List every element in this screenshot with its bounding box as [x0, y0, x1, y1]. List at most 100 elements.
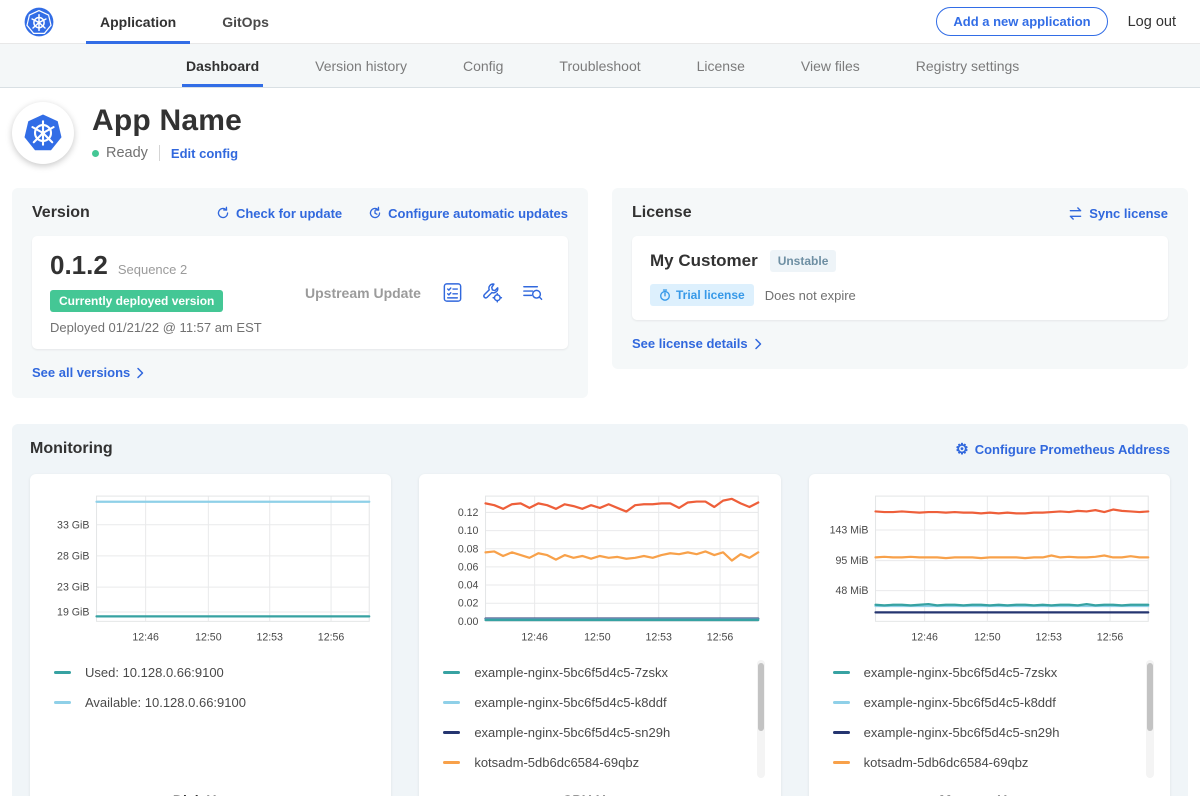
check-for-update-link[interactable]: Check for update	[216, 206, 342, 221]
app-header: App Name Ready Edit config	[0, 88, 1200, 182]
svg-text:12:46: 12:46	[911, 632, 938, 644]
tab-registry-settings[interactable]: Registry settings	[916, 44, 1019, 87]
chart-legend: Used: 10.128.0.66:9100 Available: 10.128.…	[44, 658, 377, 782]
status-badge: Ready	[106, 145, 148, 161]
license-card: License Sync license My Customer Unstabl…	[612, 188, 1188, 369]
svg-text:0.12: 0.12	[458, 507, 479, 519]
series-color-dash	[443, 671, 460, 674]
svg-text:12:50: 12:50	[195, 632, 222, 644]
tab-version-history[interactable]: Version history	[315, 44, 407, 87]
svg-text:33 GiB: 33 GiB	[57, 519, 89, 531]
disk-usage-card: 33 GiB28 GiB23 GiB19 GiB12:4612:5012:531…	[30, 474, 391, 796]
version-card: Version Check for update Configure au	[12, 188, 588, 398]
svg-text:0.00: 0.00	[458, 616, 479, 628]
legend-scrollbar-thumb[interactable]	[758, 663, 764, 731]
legend-label: kotsadm-5db6dc6584-69qbz	[864, 755, 1029, 770]
app-section-tabs: Dashboard Version history Config Troublesho…	[0, 44, 1200, 88]
legend-label: example-nginx-5bc6f5d4c5-k8ddf	[474, 695, 666, 710]
chevron-right-icon	[136, 367, 145, 379]
monitoring-title: Monitoring	[30, 440, 113, 458]
nav-tab-application[interactable]: Application	[86, 0, 190, 43]
legend-label: example-nginx-5bc6f5d4c5-sn29h	[474, 725, 670, 740]
series-color-dash	[54, 671, 71, 674]
series-color-dash	[443, 701, 460, 704]
logout-link[interactable]: Log out	[1128, 14, 1176, 30]
release-notes-icon[interactable]	[441, 281, 464, 304]
nav-tab-gitops[interactable]: GitOps	[208, 0, 283, 43]
license-expiry: Does not expire	[765, 288, 856, 303]
memory-usage-card: 143 MiB95 MiB48 MiB12:4612:5012:5312:56 …	[809, 474, 1170, 796]
svg-text:0.04: 0.04	[458, 580, 479, 592]
series-color-dash	[833, 761, 850, 764]
legend-label: Used: 10.128.0.66:9100	[85, 665, 224, 680]
gear-icon: ⚙	[955, 442, 968, 457]
legend-item: Used: 10.128.0.66:9100	[44, 658, 359, 688]
deployed-timestamp: Deployed 01/21/22 @ 11:57 am EST	[50, 320, 305, 335]
edit-config-link[interactable]: Edit config	[171, 146, 238, 161]
legend-item: example-nginx-5bc6f5d4c5-sn29h	[823, 718, 1138, 748]
tab-dashboard[interactable]: Dashboard	[186, 44, 259, 87]
svg-text:48 MiB: 48 MiB	[835, 585, 868, 597]
chart-plot: 143 MiB95 MiB48 MiB12:4612:5012:5312:56	[823, 486, 1156, 648]
sync-license-link[interactable]: Sync license	[1068, 206, 1168, 221]
svg-text:0.08: 0.08	[458, 543, 479, 555]
svg-text:95 MiB: 95 MiB	[835, 555, 868, 567]
legend-scrollbar-thumb[interactable]	[1147, 663, 1153, 731]
primary-nav-tabs: Application GitOps	[86, 0, 301, 43]
series-color-dash	[833, 731, 850, 734]
top-nav: Application GitOps Add a new application…	[0, 0, 1200, 44]
see-all-versions-link[interactable]: See all versions	[32, 365, 145, 380]
license-details-box: My Customer Unstable Trial license Does …	[632, 236, 1168, 320]
status-dot	[92, 150, 99, 157]
cpu-usage-card: 0.120.100.080.060.040.020.0012:4612:5012…	[419, 474, 780, 796]
svg-text:12:56: 12:56	[318, 632, 345, 644]
legend-label: example-nginx-5bc6f5d4c5-sn29h	[864, 725, 1060, 740]
license-card-title: License	[632, 204, 692, 222]
stopwatch-icon	[659, 289, 671, 301]
svg-text:28 GiB: 28 GiB	[57, 550, 89, 562]
legend-label: Available: 10.128.0.66:9100	[85, 695, 246, 710]
version-card-title: Version	[32, 204, 90, 222]
configure-prometheus-link[interactable]: ⚙ Configure Prometheus Address	[955, 442, 1170, 457]
legend-item: example-nginx-5bc6f5d4c5-k8ddf	[823, 688, 1138, 718]
version-source-label: Upstream Update	[305, 285, 441, 301]
svg-text:19 GiB: 19 GiB	[57, 607, 89, 619]
svg-text:12:53: 12:53	[1035, 632, 1062, 644]
see-license-details-link[interactable]: See license details	[632, 336, 763, 351]
schedule-update-icon	[368, 206, 382, 220]
legend-label: kotsadm-5db6dc6584-69qbz	[474, 755, 639, 770]
chart-legend: example-nginx-5bc6f5d4c5-7zskxexample-ng…	[433, 658, 766, 782]
series-color-dash	[54, 701, 71, 704]
edit-config-icon[interactable]	[481, 281, 504, 304]
legend-scrollbar[interactable]	[1146, 660, 1154, 778]
svg-text:143 MiB: 143 MiB	[829, 525, 868, 537]
chart-legend: example-nginx-5bc6f5d4c5-7zskxexample-ng…	[823, 658, 1156, 782]
monitoring-section: Monitoring ⚙ Configure Prometheus Addres…	[12, 424, 1188, 796]
series-color-dash	[833, 701, 850, 704]
legend-item: kotsadm-5db6dc6584-69qbz	[433, 748, 748, 778]
svg-text:12:53: 12:53	[256, 632, 283, 644]
svg-text:12:50: 12:50	[584, 632, 611, 644]
view-files-icon[interactable]	[521, 281, 544, 304]
svg-text:0.06: 0.06	[458, 561, 479, 573]
legend-item: kotsadm-5db6dc6584-69qbz	[823, 748, 1138, 778]
chart-title: CPU Usage	[433, 782, 766, 796]
app-icon	[12, 102, 74, 164]
svg-text:12:46: 12:46	[132, 632, 159, 644]
add-application-button[interactable]: Add a new application	[936, 7, 1107, 36]
tab-troubleshoot[interactable]: Troubleshoot	[559, 44, 640, 87]
legend-item: Available: 10.128.0.66:9100	[44, 688, 359, 718]
tab-view-files[interactable]: View files	[801, 44, 860, 87]
tab-license[interactable]: License	[697, 44, 745, 87]
divider	[159, 145, 160, 161]
configure-auto-updates-link[interactable]: Configure automatic updates	[368, 206, 568, 221]
version-number: 0.1.2	[50, 250, 108, 281]
tab-config[interactable]: Config	[463, 44, 503, 87]
chart-plot: 0.120.100.080.060.040.020.0012:4612:5012…	[433, 486, 766, 648]
deployed-badge: Currently deployed version	[50, 290, 223, 312]
chart-title: Disk Usage	[44, 782, 377, 796]
svg-text:12:53: 12:53	[646, 632, 673, 644]
legend-scrollbar[interactable]	[757, 660, 765, 778]
svg-text:12:56: 12:56	[1096, 632, 1123, 644]
legend-item: example-nginx-5bc6f5d4c5-k8ddf	[433, 688, 748, 718]
